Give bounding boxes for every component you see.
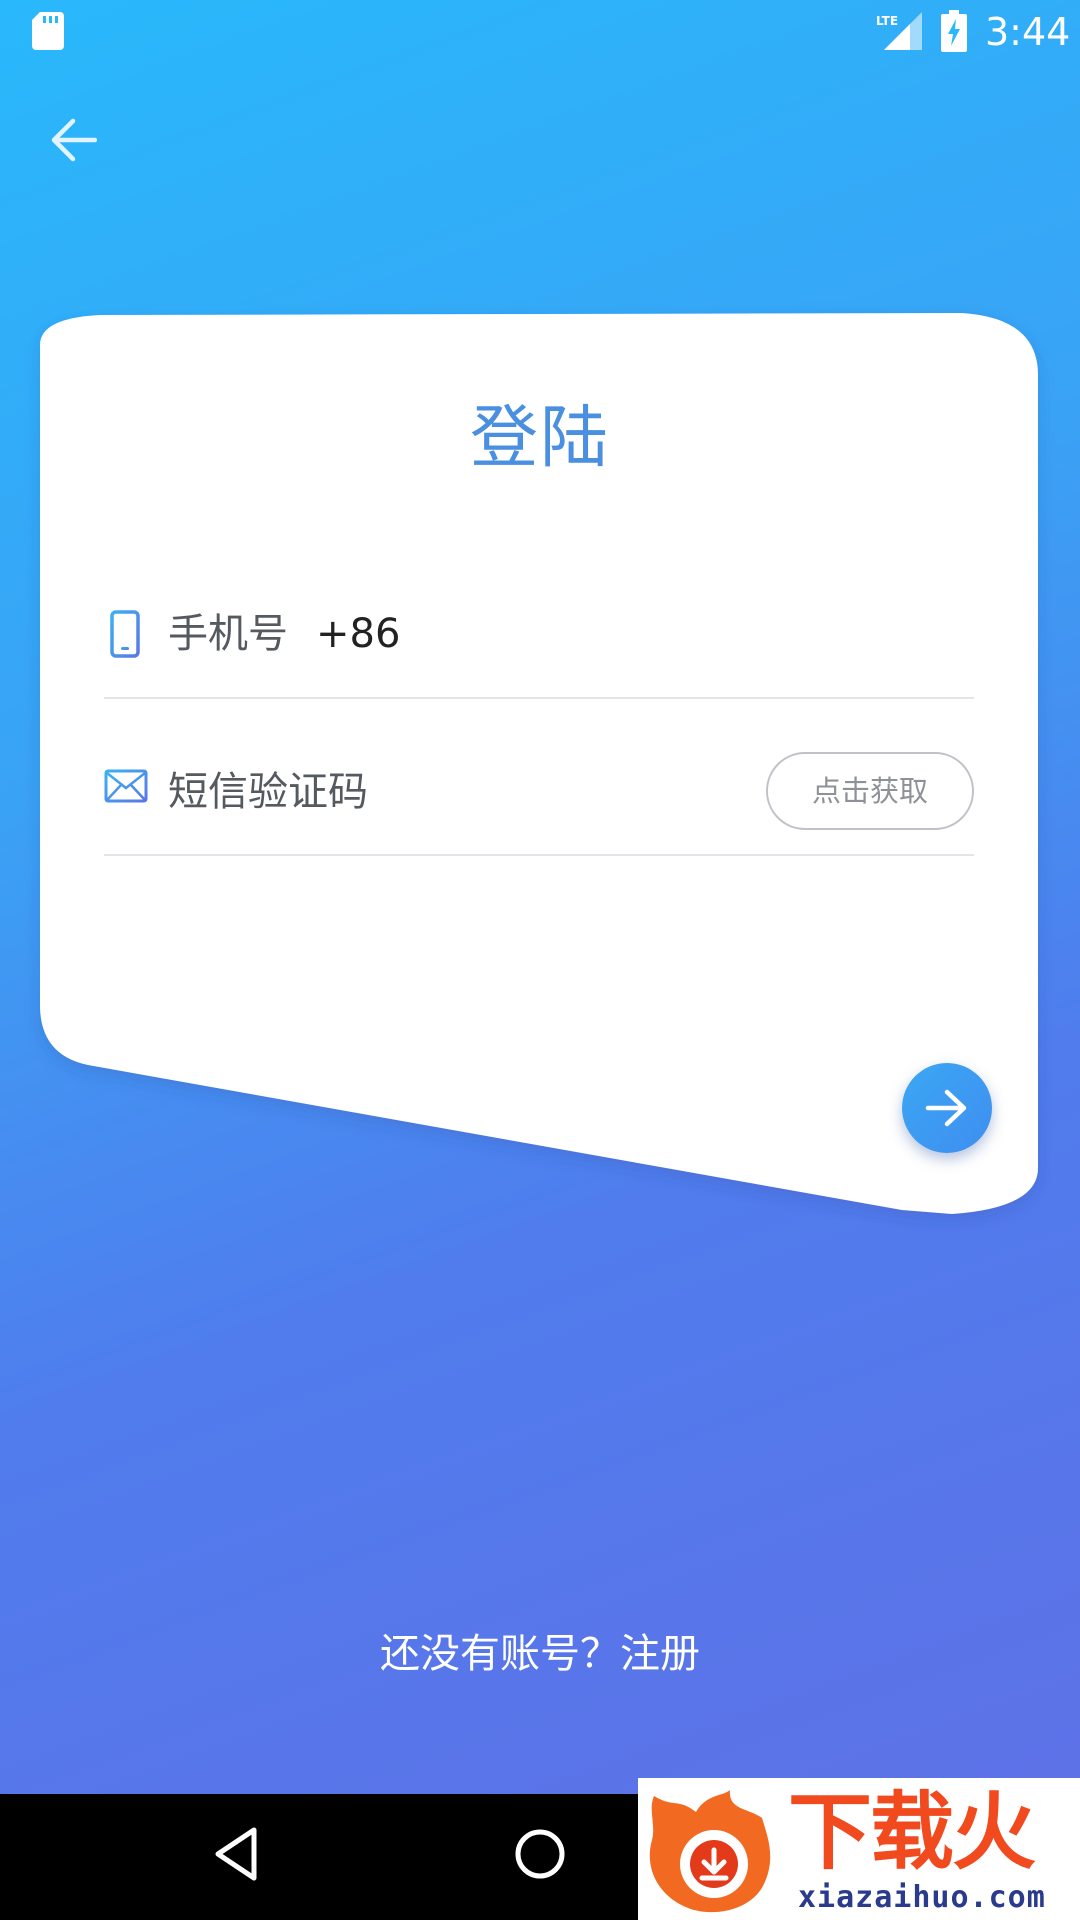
sms-code-label: 短信验证码 [168,769,368,815]
status-time: 3:44 [985,10,1071,54]
flame-logo-icon [649,1790,771,1913]
country-code[interactable]: +86 [316,606,400,662]
arrow-right-icon [925,1089,967,1127]
sd-card-icon [32,12,64,50]
register-link[interactable]: 还没有账号？注册 [0,1626,1080,1682]
watermark-name: 下载火 [788,1783,1036,1881]
register-prompt[interactable]: 还没有账号？注册 [380,1631,700,1677]
network-type: LTE [876,14,898,28]
next-button[interactable] [902,1063,992,1153]
mail-icon [104,769,148,803]
phone-field[interactable]: 手机号 +86 [104,600,974,696]
signal-icon: LTE [876,12,922,50]
watermark: 下载火 xiazaihuo.com [638,1778,1080,1920]
nav-back-icon[interactable] [210,1824,262,1884]
status-bar: LTE 3:44 [0,0,1080,64]
watermark-url: xiazaihuo.com [798,1880,1046,1915]
phone-icon [110,610,140,658]
back-button[interactable] [44,114,102,166]
get-code-button[interactable]: 点击获取 [766,752,974,830]
nav-home-icon[interactable] [512,1824,568,1884]
arrow-left-icon [51,118,97,162]
page-title: 登陆 [469,399,610,478]
battery-charging-icon [941,10,967,52]
phone-label: 手机号 [168,611,288,657]
phone-divider [104,697,974,699]
sms-divider [104,854,974,856]
